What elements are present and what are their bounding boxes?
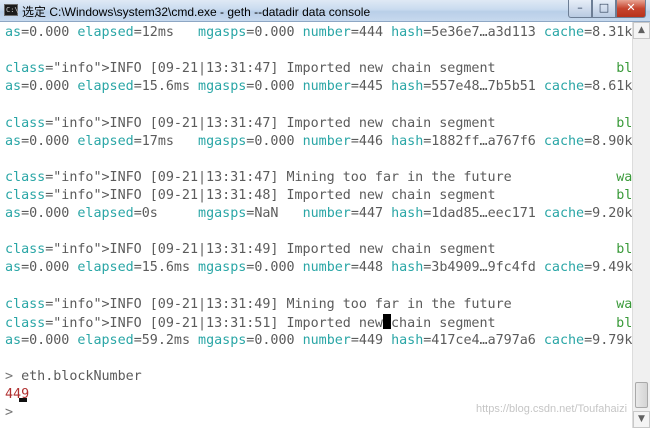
console-line: as=0.000 elapsed=59.2ms mgasps=0.000 num… [5,332,632,348]
console-line: class="info">INFO [09-21|13:31:47] Minin… [5,169,632,185]
console-line: > [5,405,14,421]
console-output[interactable]: as=0.000 elapsed=12ms mgasps=0.000 numbe… [0,22,632,428]
maximize-button[interactable]: □ [592,0,616,18]
console-line: > eth.blockNumber [5,368,142,384]
text-cursor [382,313,391,329]
scrollbar-thumb[interactable] [635,382,648,408]
close-button[interactable]: ✕ [616,0,646,18]
console-line: class="info">INFO [09-21|13:31:47] Impor… [5,61,632,77]
console-line: class="info">INFO [09-21|13:31:48] Impor… [5,187,632,203]
minimize-button[interactable]: – [568,0,592,18]
vertical-scrollbar[interactable]: ▲ ▼ [632,22,650,428]
console-line: class="info">INFO [09-21|13:31:49] Impor… [5,242,632,258]
scroll-up-arrow-icon[interactable]: ▲ [633,22,650,39]
console-line: as=0.000 elapsed=0s mgasps=NaN number=44… [5,206,632,221]
scroll-down-arrow-icon[interactable]: ▼ [633,411,650,428]
console-line: class="info">INFO [09-21|13:31:51] Impor… [5,313,632,331]
watermark-text: https://blog.csdn.net/Toufahaizi [476,403,628,415]
console-line: as=0.000 elapsed=12ms mgasps=0.000 numbe… [5,25,632,40]
input-cursor [19,398,27,403]
cmd-app-icon[interactable]: C:\ [4,4,19,16]
console-line: class="info">INFO [09-21|13:31:47] Impor… [5,115,632,131]
console-line: as=0.000 elapsed=15.6ms mgasps=0.000 num… [5,79,632,95]
console-line: class="info">INFO [09-21|13:31:49] Minin… [5,296,632,312]
window-title: 选定 C:\Windows\system32\cmd.exe - geth --… [22,5,371,19]
window-titlebar[interactable]: C:\ 选定 C:\Windows\system32\cmd.exe - get… [0,0,650,22]
console-line: as=0.000 elapsed=15.6ms mgasps=0.000 num… [5,260,632,276]
console-line: as=0.000 elapsed=17ms mgasps=0.000 numbe… [5,133,632,149]
